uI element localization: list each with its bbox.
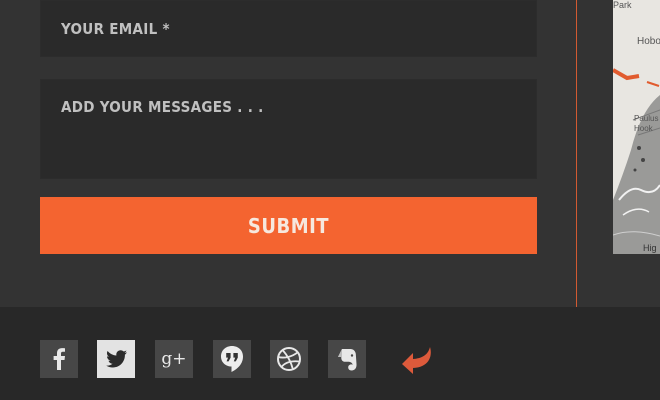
- map-label-hig: Hig: [643, 243, 657, 253]
- dribbble-icon[interactable]: [270, 340, 308, 378]
- facebook-icon[interactable]: [40, 340, 78, 378]
- map-label-hoboken: Hobo: [637, 36, 660, 47]
- message-field-container: [40, 79, 537, 179]
- google-plus-icon[interactable]: g+: [155, 340, 193, 378]
- map-label-hook: Hook: [634, 124, 653, 133]
- email-field-container: [40, 0, 537, 58]
- map-label-park: Park: [613, 0, 632, 10]
- message-field[interactable]: [41, 80, 536, 178]
- submit-button[interactable]: SUBMIT: [40, 197, 537, 254]
- contact-section: SUBMIT Park Hobo Paulus Hook Hig: [0, 0, 660, 307]
- evernote-icon[interactable]: [328, 340, 366, 378]
- vertical-divider: [576, 0, 577, 307]
- twitter-icon[interactable]: [97, 340, 135, 378]
- email-field[interactable]: [41, 1, 536, 58]
- back-arrow-icon[interactable]: [397, 340, 437, 378]
- map-embed[interactable]: Park Hobo Paulus Hook Hig: [613, 0, 660, 254]
- google-plus-label: g+: [161, 349, 187, 369]
- map-label-paulus: Paulus: [634, 114, 659, 123]
- hangouts-icon[interactable]: [213, 340, 251, 378]
